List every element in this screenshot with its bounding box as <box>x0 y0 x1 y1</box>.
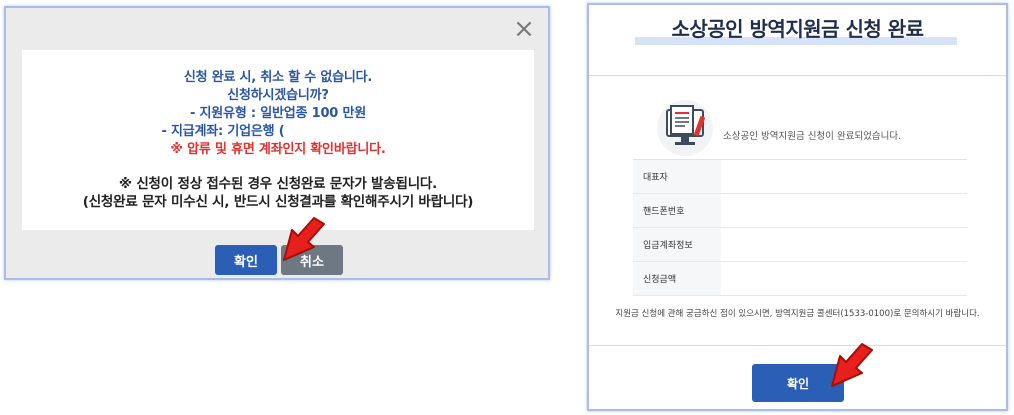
msg-support-type: - 지원유형 : 일반업종 100 만원 <box>190 106 366 121</box>
value-phone <box>721 194 967 227</box>
label-account: 입금계좌정보 <box>633 228 721 261</box>
completion-message: 소상공인 방역지원금 신청이 완료되었습니다. <box>723 131 902 142</box>
close-icon[interactable]: × <box>512 16 536 42</box>
msg-account-warning: ※ 압류 및 휴면 계좌인지 확인바랍니다. <box>170 142 386 157</box>
application-info-table: 대표자 핸드폰번호 입금계좌정보 신청금액 <box>633 159 967 296</box>
msg-no-cancel: 신청 완료 시, 취소 할 수 없습니다. <box>183 70 373 85</box>
divider <box>589 345 1006 346</box>
page-title-text: 소상공인 방역지원금 신청 완료 <box>671 17 924 41</box>
msg-sms-notice: ※ 신청이 정상 접수된 경우 신청완료 문자가 발송됩니다. <box>118 176 438 192</box>
panel-ok-button[interactable]: 확인 <box>752 364 844 402</box>
masked-account-number <box>284 124 395 139</box>
completion-panel: 소상공인 방역지원금 신청 완료 소상공인 방역지원금 신청이 완료되었습니다.… <box>587 3 1008 411</box>
table-row: 신청금액 <box>633 262 967 296</box>
dialog-cancel-button[interactable]: 취소 <box>281 245 343 275</box>
table-row: 핸드폰번호 <box>633 194 967 228</box>
msg-account-text: - 지급계좌: 기업은행 ( <box>161 124 285 139</box>
divider <box>589 75 1006 76</box>
dialog-message-box: 신청 완료 시, 취소 할 수 없습니다. 신청하시겠습니까? - 지원유형 :… <box>22 50 534 230</box>
label-amount: 신청금액 <box>633 262 721 295</box>
value-representative <box>721 160 967 193</box>
label-phone: 핸드폰번호 <box>633 194 721 227</box>
value-amount <box>721 262 967 295</box>
msg-sms-fallback: (신청완료 문자 미수신 시, 반드시 신청결과를 확인해주시기 바랍니다) <box>82 194 474 210</box>
dialog-ok-button[interactable]: 확인 <box>215 245 277 275</box>
msg-account: - 지급계좌: 기업은행 ( <box>22 120 534 139</box>
document-monitor-icon <box>657 100 713 156</box>
table-row: 입금계좌정보 <box>633 228 967 262</box>
msg-confirm-question: 신청하시겠습니까? <box>227 88 329 103</box>
table-row: 대표자 <box>633 160 967 194</box>
confirm-dialog: × 신청 완료 시, 취소 할 수 없습니다. 신청하시겠습니까? - 지원유형… <box>4 6 550 280</box>
callcenter-notice: 지원금 신청에 관해 궁금하신 점이 있으시면, 방역지원금 콜센터(1533-… <box>615 309 980 319</box>
label-representative: 대표자 <box>633 160 721 193</box>
value-account <box>721 228 967 261</box>
page-title: 소상공인 방역지원금 신청 완료 <box>589 13 1006 42</box>
